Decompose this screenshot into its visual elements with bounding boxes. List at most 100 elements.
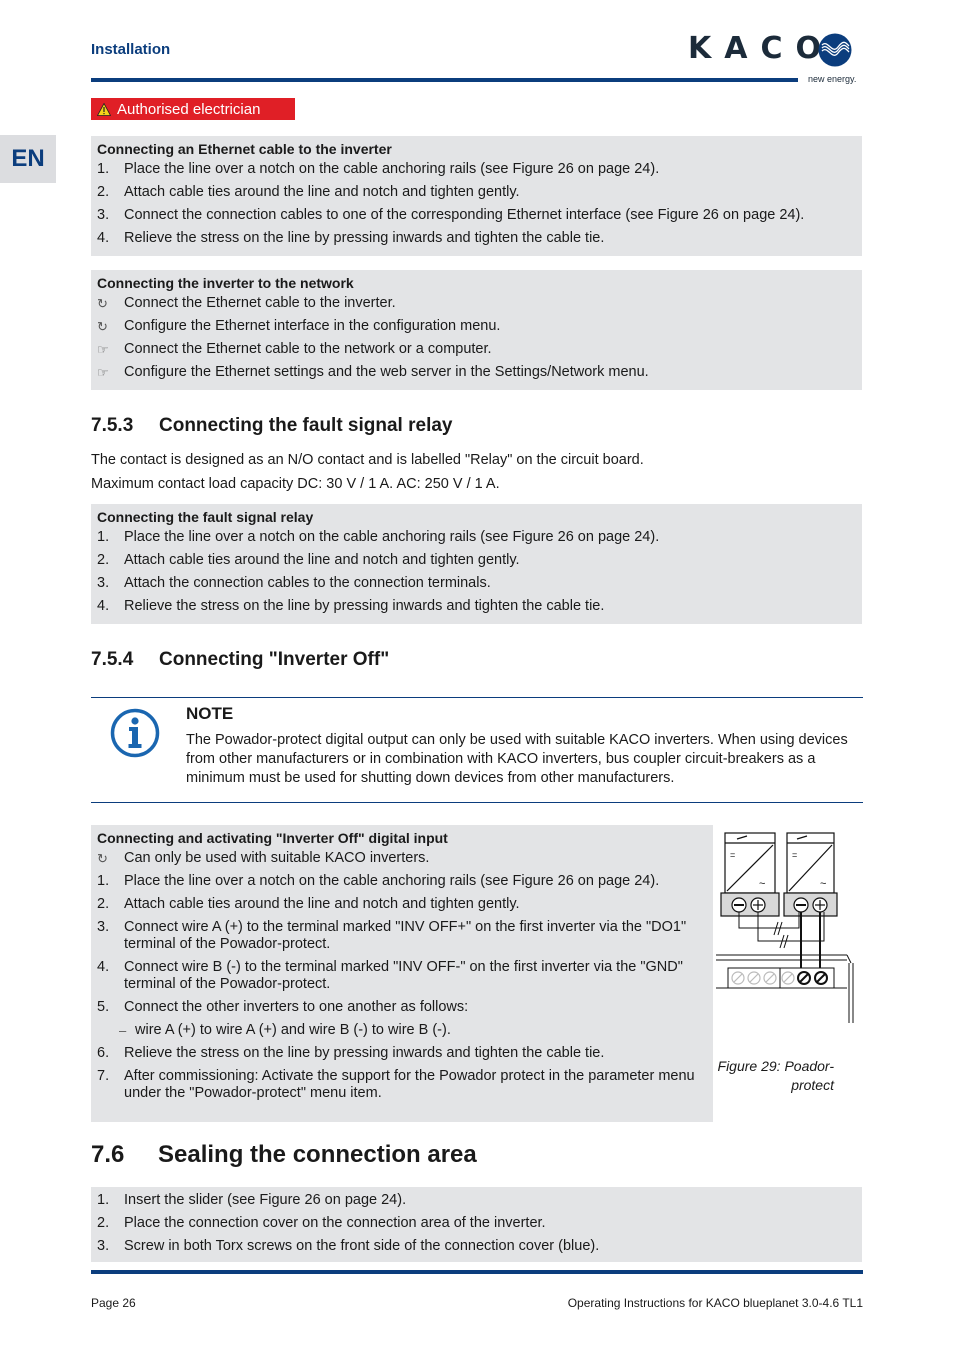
- page-number: Page 26: [91, 1296, 136, 1310]
- list-item-text: Connect the Ethernet cable to the invert…: [124, 295, 396, 311]
- header-section-title: Installation: [91, 41, 171, 58]
- inverter-2: [783, 832, 838, 917]
- sealing-box: 1. Insert the slider (see Figure 26 on pa…: [91, 1187, 862, 1262]
- step-list: 1. Place the line over a notch on the cab…: [91, 526, 862, 618]
- list-item: 3. Screw in both Torx screws on the front…: [91, 1235, 862, 1258]
- list-item-text: Attach cable ties around the line and no…: [124, 184, 520, 200]
- step-number: 4.: [97, 598, 110, 614]
- relay-load-capacity: Maximum contact load capacity DC: 30 V /…: [91, 476, 500, 492]
- step-number: 1.: [97, 529, 110, 545]
- step-number: 3.: [97, 1238, 110, 1254]
- fault-relay-box: Connecting the fault signal relay 1. Plac…: [91, 504, 862, 624]
- pointing-hand-icon: ☞: [97, 342, 109, 357]
- section-title: Connecting the fault signal relay: [159, 415, 453, 436]
- step-number: 1.: [97, 1192, 110, 1208]
- list-item-text: Attach the connection cables to the conn…: [124, 575, 491, 591]
- list-item: 2. Attach cable ties around the line and …: [91, 181, 862, 204]
- step-number: 2.: [97, 896, 110, 912]
- list-item: 3. Connect the connection cables to one o…: [91, 204, 862, 227]
- list-item: 6. Relieve the stress on the line by pres…: [91, 1042, 713, 1065]
- dash-bullet-icon: –: [119, 1023, 127, 1038]
- document-title: Operating Instructions for KACO blueplan…: [567, 1296, 863, 1310]
- list-item-text: Connect the other inverters to one anoth…: [124, 999, 469, 1015]
- relay-description: The contact is designed as an N/O contac…: [91, 452, 644, 468]
- list-item-text: Relieve the stress on the line by pressi…: [124, 1045, 605, 1061]
- section-number: 7.5.3: [91, 415, 134, 436]
- kaco-logo-tagline: new energy.: [808, 74, 857, 84]
- list-item-text: Can only be used with suitable KACO inve…: [124, 850, 430, 866]
- step-list: 1. Insert the slider (see Figure 26 on pa…: [91, 1189, 862, 1258]
- list-item-text: Relieve the stress on the line by pressi…: [124, 230, 605, 246]
- list-item: 5. Connect the other inverters to one ano…: [91, 996, 713, 1019]
- list-item-text: Configure the Ethernet settings and the …: [124, 364, 649, 380]
- list-item-text: Attach cable ties around the line and no…: [124, 896, 520, 912]
- kaco-logo-text: KACO: [688, 31, 834, 66]
- box-title: Connecting the inverter to the network: [97, 275, 354, 291]
- list-item-text: Connect wire A (+) to the terminal marke…: [124, 919, 687, 952]
- step-number: 3.: [97, 919, 110, 935]
- svg-text:~: ~: [759, 878, 765, 890]
- list-item-text: Connect the connection cables to one of …: [124, 207, 805, 223]
- list-item: ↻ Configure the Ethernet interface in the…: [91, 315, 862, 338]
- step-number: 3.: [97, 207, 110, 223]
- list-item: 4. Relieve the stress on the line by pres…: [91, 595, 862, 618]
- figure-caption: Figure 29: Poador-protect: [717, 1058, 834, 1093]
- footer-rule: [91, 1270, 863, 1274]
- box-title: Connecting an Ethernet cable to the inve…: [97, 141, 392, 157]
- section-heading-7-5-3: 7.5.3 Connecting the fault signal relay: [91, 415, 453, 437]
- list-item: 7. After commissioning: Activate the supp…: [91, 1065, 713, 1105]
- list-item-text: Place the line over a notch on the cable…: [124, 529, 660, 545]
- list-item-text: Configure the Ethernet interface in the …: [124, 318, 501, 334]
- pointing-hand-icon: ☞: [97, 365, 109, 380]
- prerequisite-icon: ↻: [97, 851, 108, 866]
- list-item: 2. Place the connection cover on the conn…: [91, 1212, 862, 1235]
- list-item: 3. Attach the connection cables to the co…: [91, 572, 862, 595]
- powador-protect-wiring-figure: = ~ = ~: [716, 832, 854, 1023]
- step-number: 3.: [97, 575, 110, 591]
- network-box: Connecting the inverter to the network ↻…: [91, 270, 862, 390]
- step-number: 2.: [97, 552, 110, 568]
- list-item-text: Place the connection cover on the connec…: [124, 1215, 546, 1231]
- list-item-text: Insert the slider (see Figure 26 on page…: [124, 1192, 407, 1208]
- list-item: 1. Place the line over a notch on the cab…: [91, 158, 862, 181]
- inverter-off-box: Connecting and activating "Inverter Off"…: [91, 825, 713, 1122]
- list-item: ☞ Configure the Ethernet settings and the…: [91, 361, 862, 384]
- powador-protect-device: [716, 954, 854, 1023]
- language-tab[interactable]: EN: [0, 135, 56, 183]
- prerequisite-icon: ↻: [97, 319, 108, 334]
- note-title: NOTE: [186, 704, 234, 723]
- section-title: Sealing the connection area: [158, 1141, 477, 1168]
- section-number: 7.5.4: [91, 649, 134, 670]
- step-number: 4.: [97, 959, 110, 975]
- list-item: 3. Connect wire A (+) to the terminal mar…: [91, 916, 713, 956]
- list-item: 1. Place the line over a notch on the cab…: [91, 526, 862, 549]
- step-number: 1.: [97, 161, 110, 177]
- box-title: Connecting and activating "Inverter Off"…: [97, 830, 448, 846]
- step-number: 1.: [97, 873, 110, 889]
- wiring: [738, 912, 825, 973]
- list-item-text: Connect wire B (-) to the terminal marke…: [124, 959, 683, 992]
- svg-text:=: =: [792, 850, 797, 860]
- list-item-text: Attach cable ties around the line and no…: [124, 552, 520, 568]
- box-title: Connecting the fault signal relay: [97, 509, 314, 525]
- step-number: 5.: [97, 999, 110, 1015]
- prerequisite-icon: ↻: [97, 296, 108, 311]
- info-icon: [110, 708, 160, 758]
- step-number: 2.: [97, 1215, 110, 1231]
- inverter-1: [720, 832, 780, 917]
- badge-label: Authorised electrician: [117, 100, 261, 118]
- step-number: 2.: [97, 184, 110, 200]
- list-item: ↻ Can only be used with suitable KACO inv…: [91, 847, 713, 870]
- step-list: ↻ Can only be used with suitable KACO inv…: [91, 847, 713, 1105]
- list-item-text: After commissioning: Activate the suppor…: [124, 1068, 695, 1101]
- ethernet-cable-box: Connecting an Ethernet cable to the inve…: [91, 136, 862, 256]
- section-title: Connecting "Inverter Off": [159, 649, 390, 670]
- list-item: 2. Attach cable ties around the line and …: [91, 893, 713, 916]
- list-item: 4. Relieve the stress on the line by pres…: [91, 227, 862, 250]
- list-item: ☞ Connect the Ethernet cable to the netwo…: [91, 338, 862, 361]
- list-item: ↻ Connect the Ethernet cable to the inver…: [91, 292, 862, 315]
- list-item: 4. Connect wire B (-) to the terminal mar…: [91, 956, 713, 996]
- section-number: 7.6: [91, 1141, 125, 1168]
- authorised-electrician-badge: Authorised electrician: [91, 98, 295, 120]
- section-heading-7-5-4: 7.5.4 Connecting "Inverter Off": [91, 649, 389, 671]
